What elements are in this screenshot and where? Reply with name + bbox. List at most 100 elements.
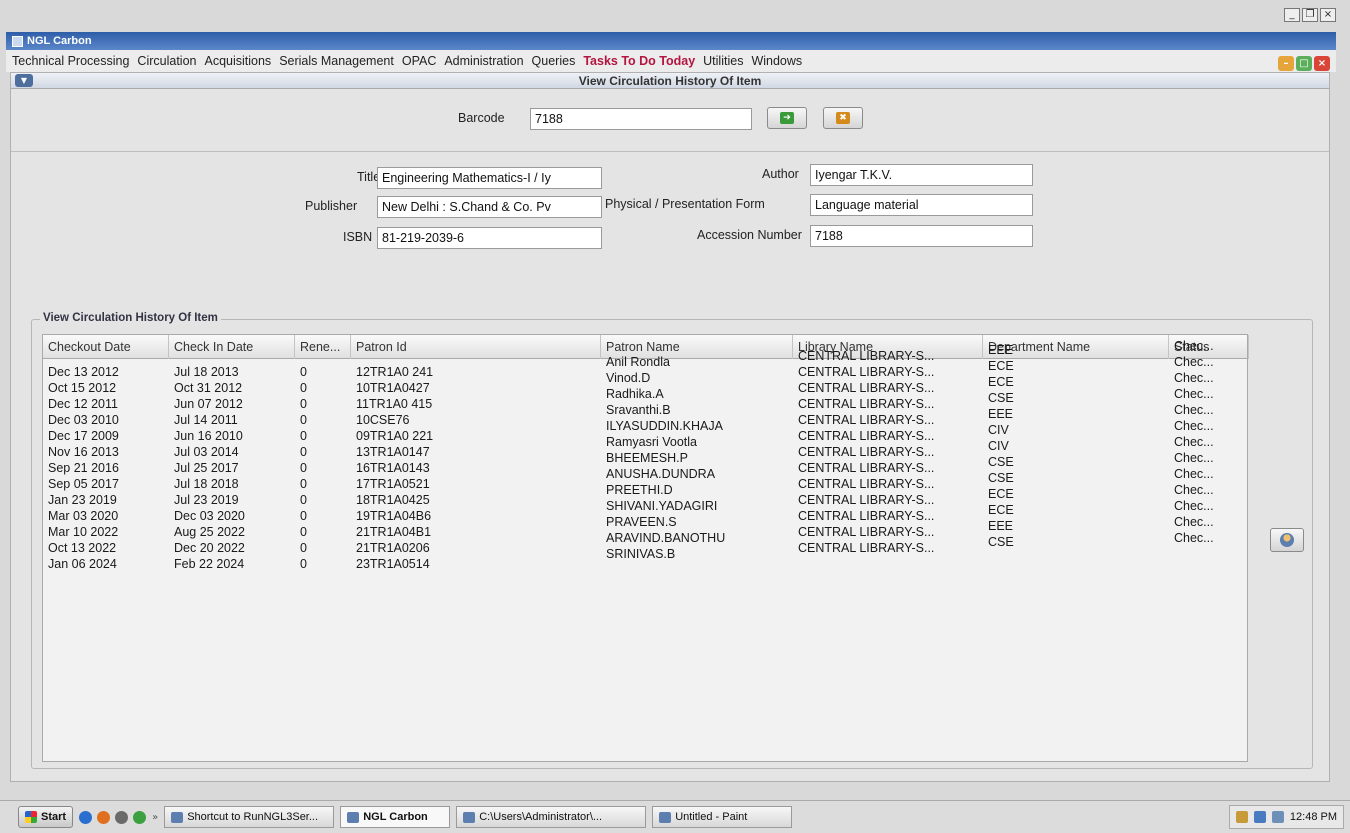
barcode-input[interactable]: 7188 [530,108,752,130]
table-cell: ECE [988,487,1014,501]
table-cell: 18TR1A0425 [356,493,430,507]
column-header[interactable]: Rene... [295,335,351,359]
table-cell: CENTRAL LIBRARY-S... [798,525,935,539]
menu-item-acquisitions[interactable]: Acquisitions [204,54,271,68]
table-cell: Sep 05 2017 [48,477,119,491]
taskbar-item[interactable]: C:\Users\Administrator\... [456,806,647,828]
menu-item-serials-management[interactable]: Serials Management [279,54,394,68]
table-cell: Jan 23 2019 [48,493,117,507]
table-cell: 10TR1A0427 [356,381,430,395]
table-cell: 0 [300,477,307,491]
menu-item-circulation[interactable]: Circulation [137,54,196,68]
start-label: Start [41,811,67,823]
taskbar-item[interactable]: Shortcut to RunNGL3Ser... [164,806,335,828]
maximize-icon[interactable]: □ [1296,56,1312,71]
go-button[interactable]: ➔ [767,107,807,129]
table-cell: Mar 10 2022 [48,525,119,539]
table-cell: Dec 03 2020 [174,509,245,523]
column-header[interactable]: Checkout Date [43,335,169,359]
menu-item-opac[interactable]: OPAC [402,54,437,68]
outer-window-controls: _ ❐ × [1284,8,1336,22]
circulation-history-window: ▼ View Circulation History Of Item Barco… [10,72,1330,782]
author-field[interactable]: Iyengar T.K.V. [810,164,1033,186]
table-cell: Chec... [1174,467,1214,481]
table-cell: Jun 07 2012 [174,397,243,411]
table-row[interactable]: Jan 06 2024 Feb 22 2024 0 23TR1A0514 SRINIVA… [43,531,1247,571]
table-cell: CENTRAL LIBRARY-S... [798,477,935,491]
taskbar-item[interactable]: Untitled - Paint [652,806,793,828]
outer-restore-button[interactable]: ❐ [1302,8,1318,22]
menu-item-windows[interactable]: Windows [751,54,802,68]
table-cell: Chec... [1174,371,1214,385]
table-cell: 13TR1A0147 [356,445,430,459]
publisher-field[interactable]: New Delhi : S.Chand & Co. Pv [377,196,602,218]
divider [11,151,1329,152]
table-cell: EEE [988,407,1014,421]
taskbar-items: Shortcut to RunNGL3Ser... NGL Carbon C:\Us… [164,806,793,828]
title-field[interactable]: Engineering Mathematics-I / Iy [377,167,602,189]
isbn-field[interactable]: 81-219-2039-6 [377,227,602,249]
table-cell: EEE [988,519,1014,533]
taskbar-item[interactable]: NGL Carbon [340,806,451,828]
tray-folder-icon[interactable] [1235,811,1248,823]
table-cell: 21TR1A04B1 [356,525,432,539]
outer-minimize-button[interactable]: _ [1284,8,1300,22]
table-cell: 10CSE76 [356,413,410,427]
tray-network-icon[interactable] [1253,811,1266,823]
inner-window-controls: – □ × [1278,56,1330,71]
menu-item-utilities[interactable]: Utilities [703,54,743,68]
patron-details-button[interactable] [1270,528,1304,552]
table-cell: Dec 12 2011 [48,397,118,411]
outer-close-button[interactable]: × [1320,8,1336,22]
menu-item-queries[interactable]: Queries [532,54,576,68]
table-cell: 17TR1A0521 [356,477,430,491]
close-icon[interactable]: × [1314,56,1330,71]
history-table[interactable]: Checkout Date Check In Date Rene... Patron … [42,334,1249,762]
table-cell: Jul 03 2014 [174,445,239,459]
overflow-chevron-icon[interactable]: » [152,812,158,823]
menu-item-tasks-to-do-today[interactable]: Tasks To Do Today [583,54,695,68]
table-cell: 0 [300,445,307,459]
column-header[interactable]: Check In Date [169,335,295,359]
table-cell: CENTRAL LIBRARY-S... [798,493,935,507]
menu-item-administration[interactable]: Administration [444,54,523,68]
clear-icon: ✖ [836,112,850,124]
table-cell: ARAVIND.BANOTHU [606,531,726,545]
isbn-label: ISBN [343,230,373,244]
table-cell: ECE [988,503,1014,517]
menu-item-technical-processing[interactable]: Technical Processing [12,54,129,68]
firefox-icon[interactable] [97,810,111,824]
start-button[interactable]: Start [18,806,74,828]
clock: 12:48 PM [1289,811,1337,823]
table-cell: Oct 31 2012 [174,381,243,395]
menu-bar: Technical Processing Circulation Acquisiti… [6,50,1336,72]
table-cell: Dec 13 2012 [48,365,119,379]
table-cell: 19TR1A04B6 [356,509,432,523]
table-cell: ECE [988,375,1014,389]
media-icon[interactable] [115,810,129,824]
clear-button[interactable]: ✖ [823,107,863,129]
table-cell: 23TR1A0514 [356,557,430,571]
minimize-icon[interactable]: – [1278,56,1294,71]
windows-flag-icon [25,811,37,823]
collapse-icon[interactable]: ▼ [15,74,33,87]
table-cell: Chec... [1174,451,1214,465]
table-cell: Jul 14 2011 [174,413,238,427]
table-cell: CSE [988,391,1014,405]
chrome-icon[interactable] [133,810,147,824]
tray-volume-icon[interactable] [1271,811,1284,823]
app-titlebar: NGL Carbon [6,32,1336,50]
table-cell: Chec... [1174,515,1214,529]
table-cell: 0 [300,413,307,427]
table-cell: CENTRAL LIBRARY-S... [798,509,935,523]
table-cell: Oct 13 2022 [48,541,117,555]
table-cell: Sep 21 2016 [48,461,119,475]
column-header[interactable]: Patron Id [351,335,601,359]
table-cell: CENTRAL LIBRARY-S... [798,365,935,379]
ie-icon[interactable] [79,810,93,824]
taskbar-item-label: NGL Carbon [363,811,428,823]
table-cell: 16TR1A0143 [356,461,430,475]
accession-field[interactable]: 7188 [810,225,1033,247]
form-field[interactable]: Language material [810,194,1033,216]
table-cell: Chec... [1174,355,1214,369]
